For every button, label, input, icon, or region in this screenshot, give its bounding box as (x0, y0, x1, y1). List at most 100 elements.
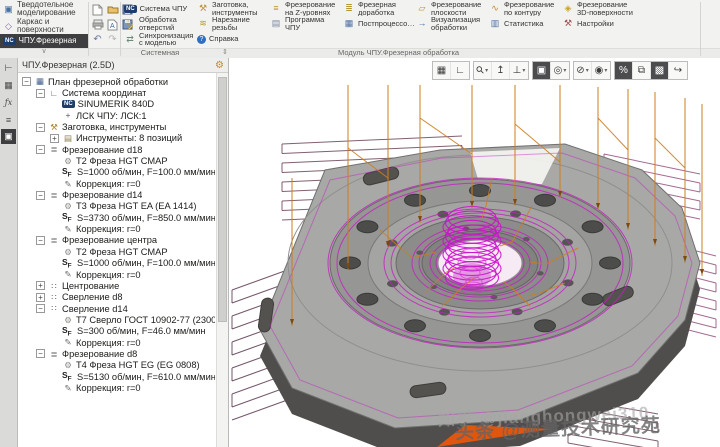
toolpath-display-button[interactable]: % (615, 62, 633, 79)
new-document-icon[interactable] (90, 2, 105, 17)
exit-module-button[interactable]: ↪ (669, 62, 687, 79)
command-z-level-milling[interactable]: ≡ Фрезерование на Z-уровнях (268, 1, 341, 16)
hide-elements-button[interactable]: ⊘ ▾ (574, 62, 592, 79)
expand-toggle[interactable]: − (22, 77, 31, 87)
entities-grid-icon[interactable]: ▦ (1, 78, 16, 93)
coordinate-system-button[interactable]: ∟ (451, 62, 469, 79)
tree-node[interactable]: SF S=1000 об/мин, F=100.0 мм/мин (20, 167, 215, 178)
command-nc-program[interactable]: ▤ Программа ЧПУ (268, 16, 341, 31)
tree-node[interactable]: − ⚒ Заготовка, инструменты (20, 121, 215, 132)
tree-scrollbar[interactable] (216, 73, 228, 447)
tab-wireframe-surfaces[interactable]: ◇ Каркас и поверхности (0, 17, 88, 34)
command-postprocessor[interactable]: ▦ Постпроцессо… (341, 16, 414, 31)
gear-icon[interactable]: ⚙ (215, 60, 224, 71)
command-surface-3d-milling[interactable]: ◈ Фрезерование 3D-поверхности (560, 1, 633, 16)
shaded-view-button[interactable]: ▣ (533, 62, 551, 79)
tree-node[interactable]: + ЛСК ЧПУ: ЛСК:1 (20, 110, 215, 121)
model-structure-icon[interactable]: ⊢ (1, 61, 16, 76)
tree-node[interactable]: ⚙ T2 Фреза HGT CMAP (20, 246, 215, 257)
tree-node[interactable]: − ≣ Фрезерование d18 (20, 144, 215, 155)
command-contour-milling[interactable]: ∿ Фрезерование по контуру (487, 1, 560, 16)
expand-toggle[interactable]: + (36, 292, 45, 302)
tree-node[interactable]: ⚙ T4 Фреза HGT EG (EG 0808) (20, 360, 215, 371)
tree-node[interactable]: − ∟ Система координат (20, 87, 215, 98)
hide-elements-icon: ⊘ (576, 65, 585, 76)
command-plane-milling[interactable]: ▱ Фрезерование плоскости (414, 1, 487, 16)
tree-node[interactable]: SF S=5130 об/мин, F=610.0 мм/мин (20, 371, 215, 382)
camera-view-button[interactable]: ◉ ▾ (592, 62, 610, 79)
tab-nc-milling[interactable]: NC ЧПУ.Фрезерная (0, 34, 88, 48)
command-statistics[interactable]: ▥ Статистика (487, 16, 560, 31)
tree-node[interactable]: + ▤ Инструменты: 8 позиций (20, 133, 215, 144)
expand-toggle[interactable]: − (36, 349, 45, 359)
tree-node[interactable]: ✎ Коррекция: r=0 (20, 337, 215, 348)
ribbon-collapse-chevron[interactable]: ∨ (0, 47, 88, 57)
tree-node[interactable]: ⚙ T2 Фреза HGT CMAP (20, 155, 215, 166)
tree-node[interactable]: + ∷ Центрование (20, 280, 215, 291)
tree-node[interactable]: ⚙ T3 Фреза HGT EA (EA 1414) (20, 201, 215, 212)
command-stock-tools[interactable]: ⚒ Заготовка, инструменты (195, 1, 268, 16)
copy-image-button[interactable]: ⧉ (633, 62, 651, 79)
expand-toggle[interactable]: − (36, 190, 45, 200)
tab-solid-modeling[interactable]: ▣ Твердотельное моделирование (0, 0, 88, 17)
chevron-down-icon[interactable]: ▾ (586, 67, 589, 74)
grid-toggle-button[interactable]: ▦ (433, 62, 451, 79)
main-menu-icon[interactable]: ≡ (1, 112, 16, 127)
redo-icon[interactable]: ↷ (105, 32, 120, 47)
expand-toggle[interactable]: − (36, 145, 45, 155)
open-folder-icon[interactable] (105, 2, 120, 17)
simulation-button[interactable]: ▩ (651, 62, 669, 79)
command-machining-visualization[interactable]: → Визуализация обработки (414, 16, 487, 31)
tree-node[interactable]: NC SINUMERIK 840D (20, 99, 215, 110)
stock-icon: ⚒ (50, 121, 58, 132)
tree-node[interactable]: SF S=3730 об/мин, F=850.0 мм/мин (20, 212, 215, 223)
tree-node[interactable]: ✎ Коррекция: r=0 (20, 178, 215, 189)
feed-speed-icon: SF (62, 212, 72, 224)
tree-node[interactable]: ✎ Коррекция: r=0 (20, 382, 215, 393)
tree-node[interactable]: − ≣ Фрезерование d14 (20, 189, 215, 200)
command-sync-model[interactable]: ⇄ Синхронизация с моделью (122, 32, 195, 47)
expand-toggle[interactable]: + (50, 133, 59, 143)
tree-node[interactable]: + ∷ Сверление d8 (20, 292, 215, 303)
tree-node[interactable]: ✎ Коррекция: r=0 (20, 223, 215, 234)
tree-node[interactable]: SF S=1000 об/мин, F=100.0 мм/мин (20, 258, 215, 269)
tree-node-label: Заготовка, инструменты (62, 122, 167, 133)
mill-icon: ≣ (50, 235, 58, 246)
zoom-button[interactable]: ⚲ ▾ (474, 62, 492, 79)
tree-scrollbar-thumb[interactable] (218, 77, 227, 322)
chevron-down-icon[interactable]: ▾ (563, 67, 566, 74)
command-rest-milling[interactable]: ≣ Фрезерная доработка (341, 1, 414, 16)
rotate-view-button[interactable]: ◎ ▾ (551, 62, 569, 79)
expand-toggle[interactable]: − (36, 235, 45, 245)
command-help[interactable]: ? Справка (195, 32, 268, 47)
tree-node[interactable]: − ▦ План фрезерной обработки (20, 76, 215, 87)
variables-icon[interactable]: ƒx (1, 95, 16, 110)
print-icon[interactable] (90, 17, 105, 32)
3d-viewport[interactable]: ▦ ∟ ⚲ ▾ ↥ ⊥ ▾ ▣ ◎ ▾ ⊘ ▾ ◉ ▾% ⧉ ▩ ↪ 知乎 @jianghongwei310 头… (230, 58, 720, 447)
tree-node[interactable]: SF S=300 об/мин, F=46.0 мм/мин (20, 326, 215, 337)
tree-node[interactable]: ⚙ T7 Сверло ГОСТ 10902-77 (2300-0226 (20, 314, 215, 325)
ribbon-column: ⚒ Заготовка, инструменты ≋ Нарезание резьбы… (195, 1, 268, 47)
command-thread-cutting[interactable]: ≋ Нарезание резьбы (195, 16, 268, 31)
command-nc-system[interactable]: NC Система ЧПУ (122, 1, 195, 16)
command-holes-machining[interactable]: ∷ Обработка отверстий (122, 16, 195, 31)
undo-icon[interactable]: ↶ (90, 32, 105, 47)
pan-button[interactable]: ↥ (492, 62, 510, 79)
command-settings[interactable]: ⚒ Настройки (560, 16, 633, 31)
view-orientation-button[interactable]: ⊥ ▾ (510, 62, 528, 79)
expand-toggle[interactable]: − (36, 88, 45, 98)
shaded-view-icon: ▣ (536, 65, 547, 76)
3d-scene[interactable] (230, 58, 720, 447)
tree-node[interactable]: − ≣ Фрезерование d8 (20, 348, 215, 359)
expand-toggle[interactable]: + (36, 281, 45, 291)
tree-node[interactable]: − ≣ Фрезерование центра (20, 235, 215, 246)
group-launcher-icon[interactable]: ⇕ (222, 48, 228, 56)
chevron-down-icon[interactable]: ▾ (522, 67, 525, 74)
cam-manager-icon[interactable]: ▣ (1, 129, 16, 144)
print-preview-icon[interactable]: A (105, 17, 120, 32)
chevron-down-icon[interactable]: ▾ (604, 67, 607, 74)
tree-node[interactable]: ✎ Коррекция: r=0 (20, 269, 215, 280)
expand-toggle[interactable]: − (36, 304, 45, 314)
tree-node[interactable]: − ∷ Сверление d14 (20, 303, 215, 314)
expand-toggle[interactable]: − (36, 122, 45, 132)
